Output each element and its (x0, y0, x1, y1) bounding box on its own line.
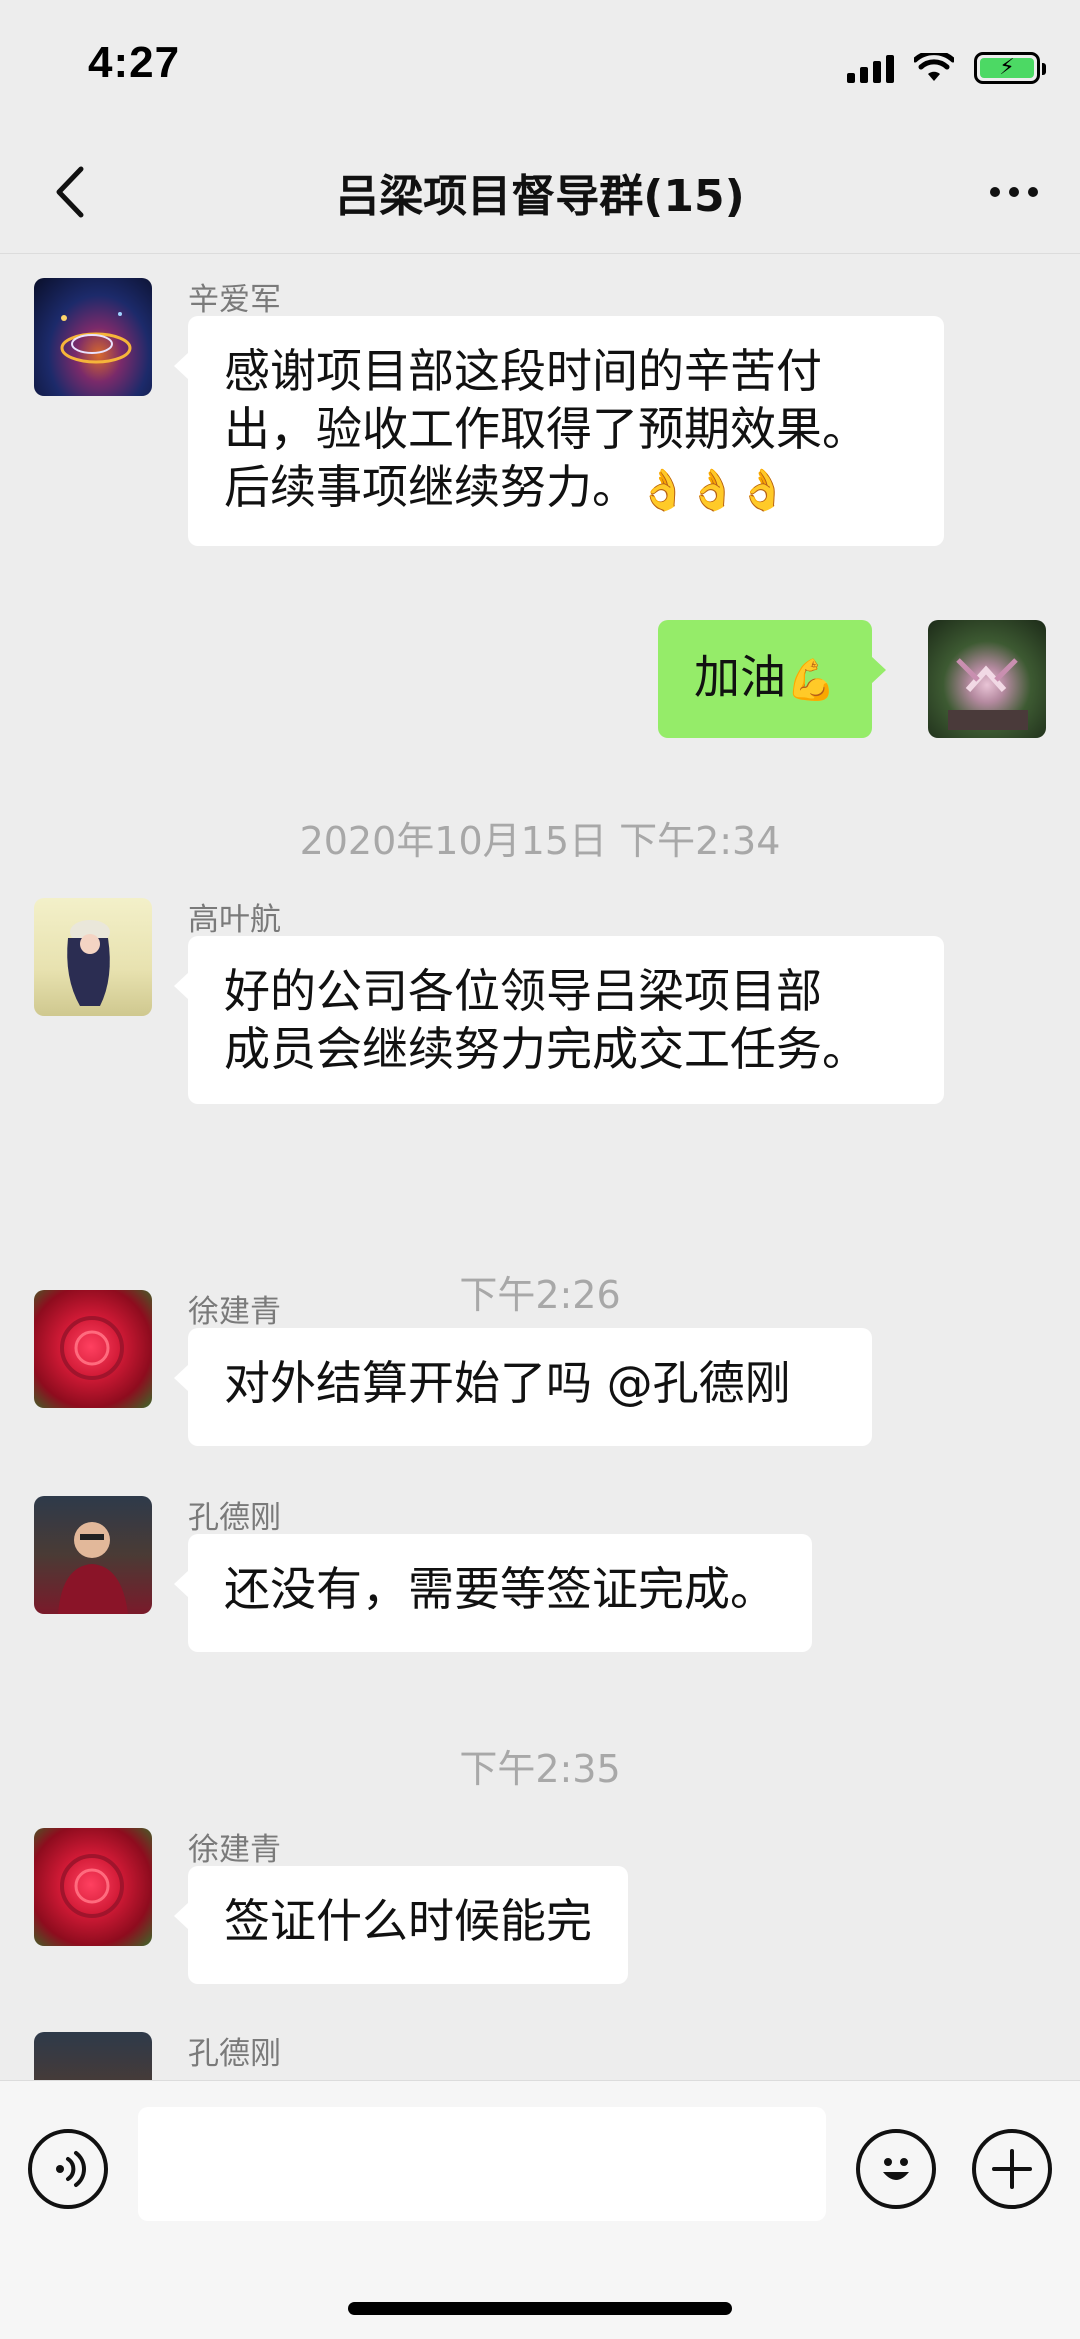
more-functions-button[interactable] (972, 2129, 1052, 2209)
timestamp: 下午2:35 (459, 1747, 621, 1791)
message-bubble[interactable]: 感谢项目部这段时间的辛苦付 出，验收工作取得了预期效果。 后续事项继续努力。👌👌… (174, 316, 944, 546)
message-bubble[interactable]: 还没有，需要等签证完成。 (174, 1534, 812, 1652)
message-text: 出，验收工作取得了预期效果。 (224, 402, 868, 456)
voice-button[interactable] (28, 2129, 108, 2209)
status-time: 4:27 (88, 38, 181, 87)
more-options-button[interactable] (978, 160, 1050, 224)
avatar[interactable] (34, 278, 152, 396)
input-bar (0, 2080, 1080, 2339)
more-dots-icon (990, 187, 1000, 197)
sender-name: 孔德刚 (188, 2036, 281, 2072)
ok-hand-emoji-icon: 👌👌👌 (638, 467, 788, 514)
avatar[interactable] (34, 1496, 152, 1614)
cellular-signal-icon (847, 53, 894, 83)
message-bubble[interactable]: 加油💪 (658, 620, 886, 738)
nav-bar: 吕梁项目督导群(15) (0, 132, 1080, 254)
message-bubble[interactable]: 对外结算开始了吗 @孔德刚 (174, 1328, 872, 1446)
message-text: 加油 (694, 650, 786, 704)
chat-title: 吕梁项目督导群(15) (335, 171, 745, 222)
status-icons: ⚡ (847, 50, 1046, 86)
home-indicator[interactable] (348, 2302, 732, 2315)
message-text: 好的公司各位领导吕梁项目部 (224, 964, 822, 1018)
message-text: 还没有，需要等签证完成。 (224, 1562, 776, 1616)
avatar[interactable] (34, 1828, 152, 1946)
status-bar: 4:27 ⚡ (0, 0, 1080, 132)
message-bubble[interactable]: 好的公司各位领导吕梁项目部 成员会继续努力完成交工任务。 (174, 936, 944, 1104)
self-avatar[interactable] (928, 620, 1046, 738)
timestamp: 下午2:26 (459, 1273, 621, 1317)
message-input[interactable] (138, 2107, 826, 2221)
voice-icon (56, 2151, 86, 2187)
sender-name: 辛爱军 (188, 282, 281, 318)
avatar[interactable] (34, 898, 152, 1016)
message-text: 后续事项继续努力。 (224, 460, 638, 514)
charging-bolt-icon: ⚡ (999, 55, 1015, 80)
flexed-biceps-emoji-icon: 💪 (786, 657, 836, 704)
sender-name: 高叶航 (188, 902, 281, 938)
message-text: 签证什么时候能完 (224, 1894, 592, 1948)
emoji-smile-icon (883, 2158, 909, 2180)
chat-messages[interactable]: 辛爱军 感谢项目部这段时间的辛苦付 出，验收工作取得了预期效果。 后续事项继续努… (0, 254, 1080, 2080)
avatar[interactable] (34, 2032, 152, 2080)
wifi-icon (914, 53, 954, 81)
battery-icon: ⚡ (974, 52, 1046, 84)
message-text: 对外结算开始了吗 @孔德刚 (224, 1356, 791, 1410)
plus-icon (992, 2149, 1032, 2189)
message-bubble[interactable]: 签证什么时候能完 (174, 1866, 628, 1984)
avatar[interactable] (34, 1290, 152, 1408)
message-text: 感谢项目部这段时间的辛苦付 (224, 344, 822, 398)
emoji-button[interactable] (856, 2129, 936, 2209)
timestamp: 2020年10月15日 下午2:34 (299, 819, 781, 863)
sender-name: 孔德刚 (188, 1500, 281, 1536)
sender-name: 徐建青 (188, 1832, 281, 1868)
sender-name: 徐建青 (188, 1294, 281, 1330)
message-text: 成员会继续努力完成交工任务。 (224, 1022, 868, 1076)
